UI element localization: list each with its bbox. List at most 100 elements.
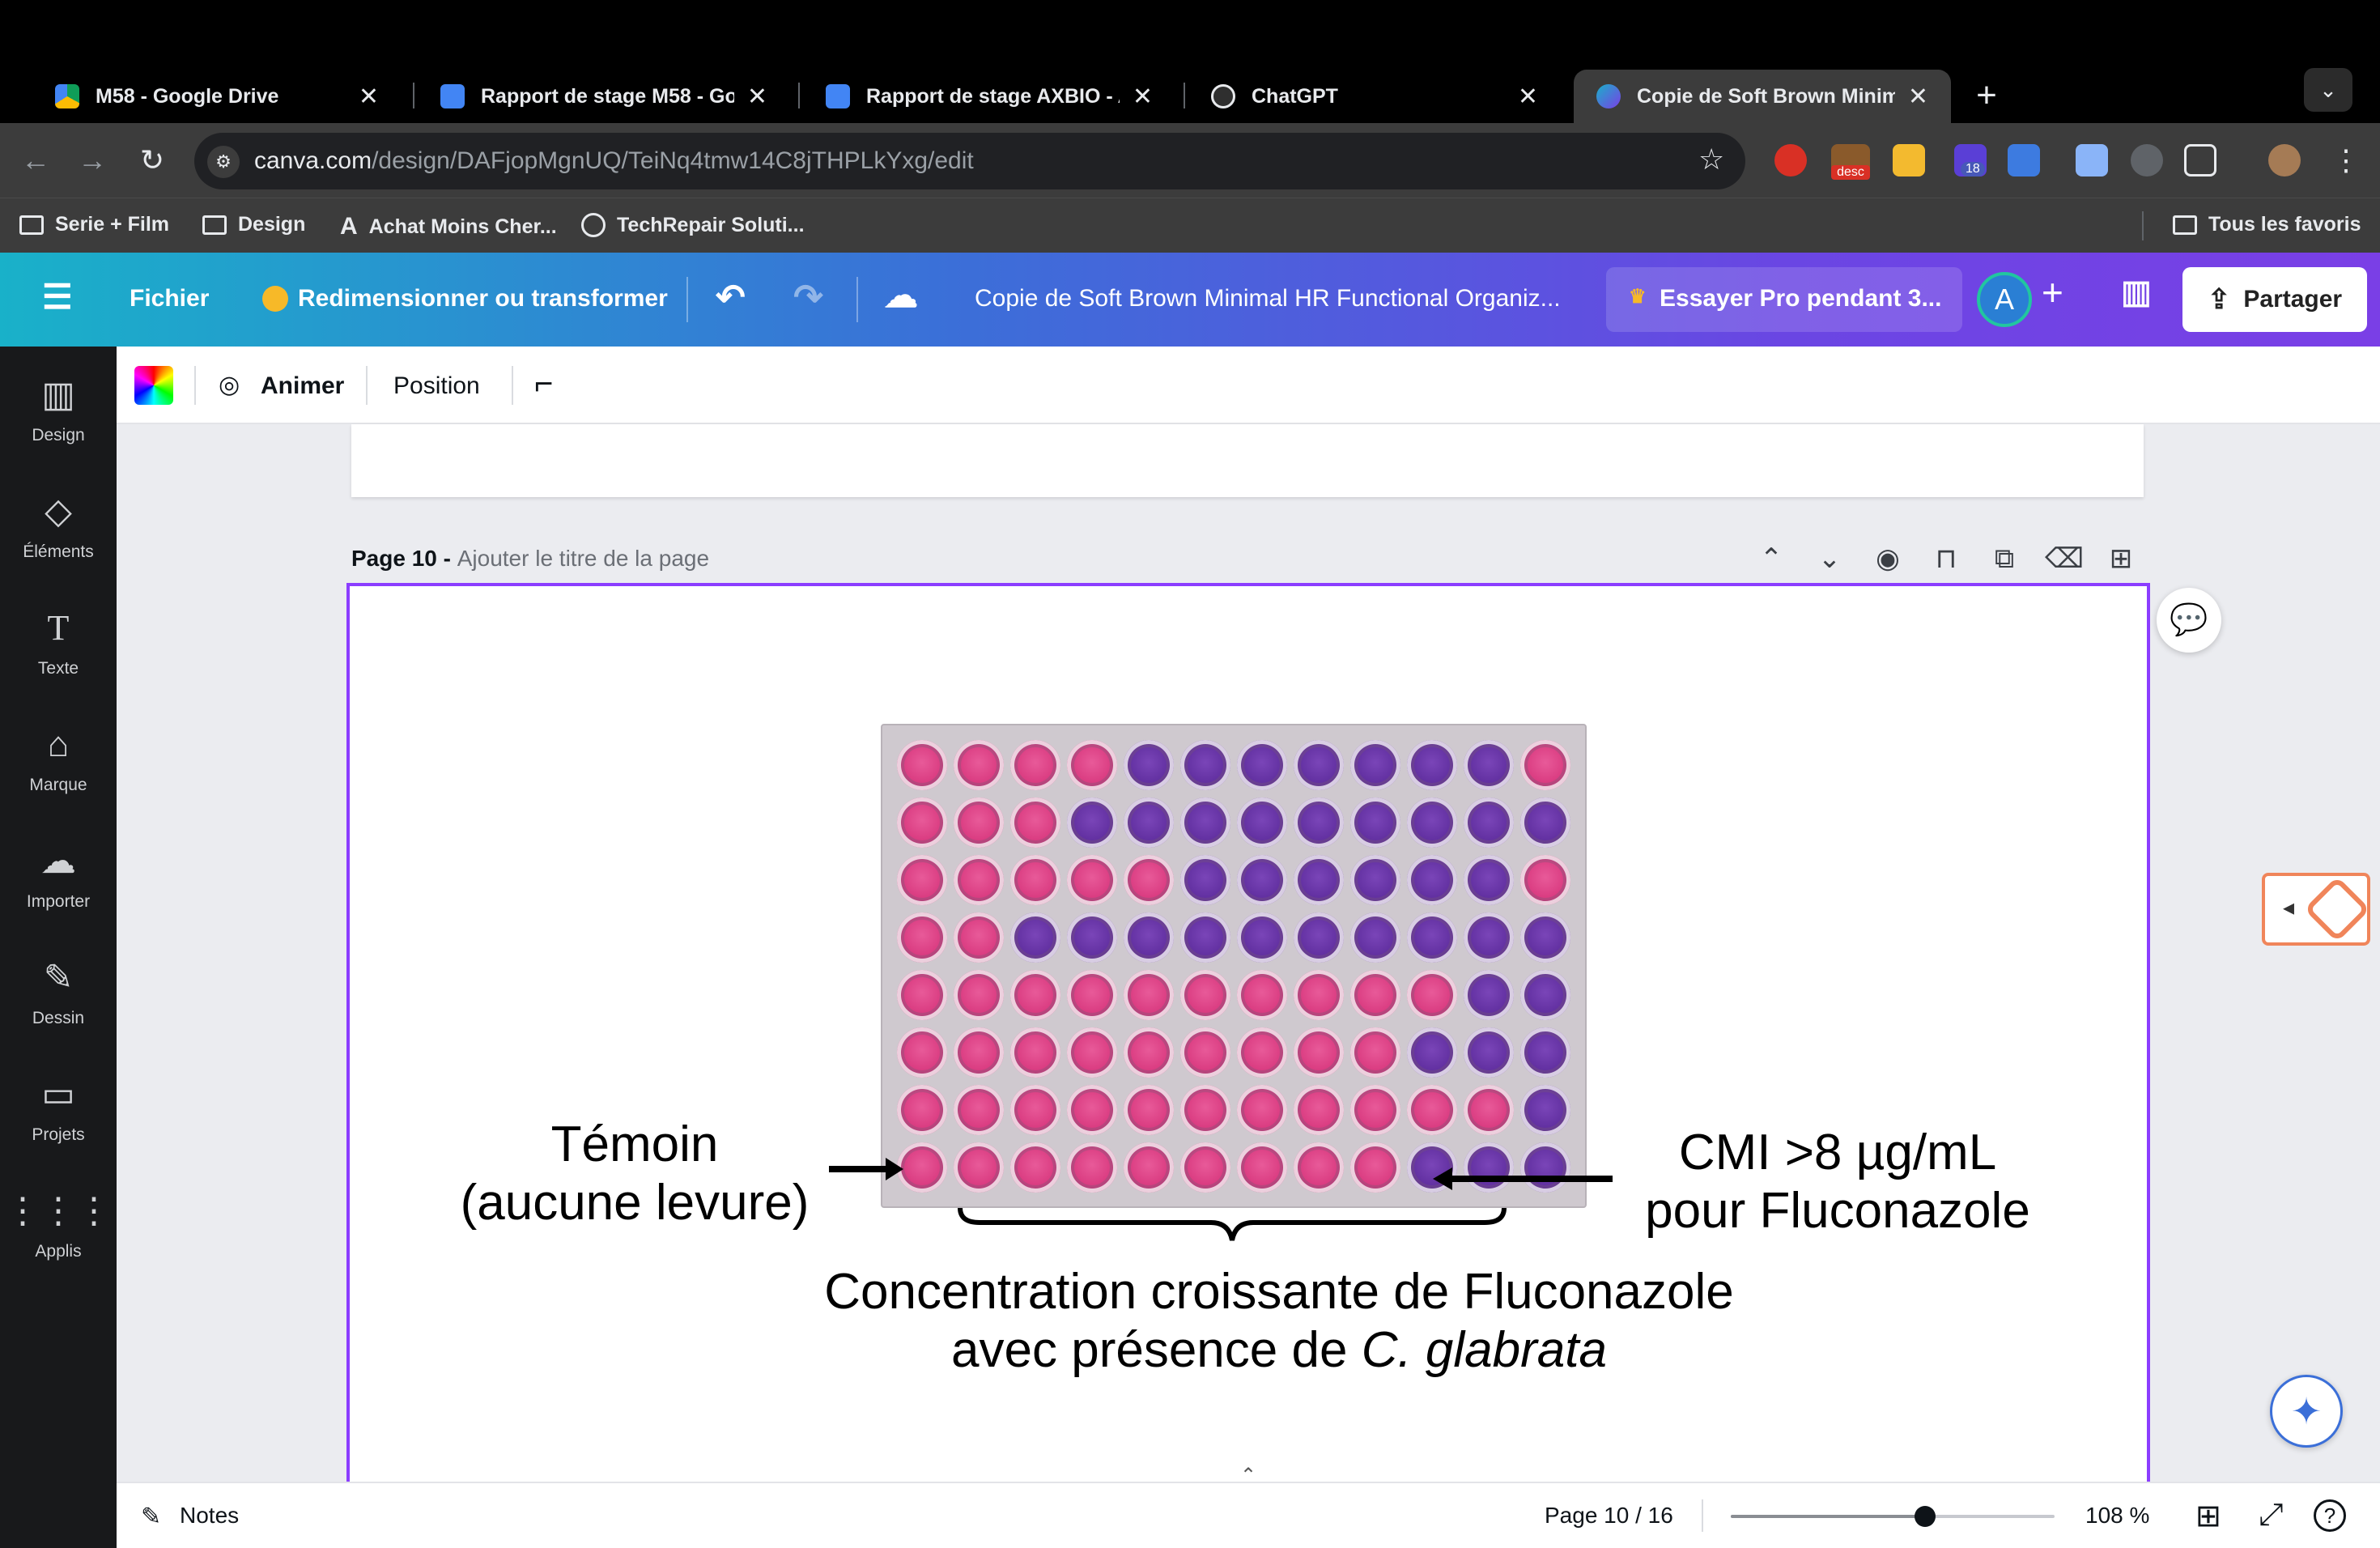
close-tab-icon[interactable]: ✕ [359,83,379,111]
reload-icon[interactable]: ↻ [133,141,172,180]
zoom-slider-knob[interactable] [1915,1506,1936,1527]
position-button[interactable]: Position [393,372,480,400]
plate-well [1464,1027,1514,1078]
sidebar-item-upload[interactable]: ☁ Importer [0,837,117,934]
try-pro-button[interactable]: ♛ Essayer Pro pendant 3... [1606,267,1962,332]
redo-icon[interactable]: ↷ [793,277,823,318]
plate-well [1407,1027,1457,1078]
plate-well [1180,912,1230,963]
extensions-puzzle-icon[interactable] [2184,144,2216,176]
site-settings-icon[interactable]: ⚙ [207,146,240,178]
sidebar-item-label: Applis [35,1242,82,1261]
sidebar-item-text[interactable]: T Texte [0,604,117,701]
browser-tab-strip: M58 - Google Drive ✕ Rapport de stage M5… [0,0,2380,123]
bookmark-all-favorites[interactable]: Tous les favoris [2173,213,2361,236]
concentration-caption[interactable]: Concentration croissante de Fluconazole … [777,1263,1781,1380]
zoom-slider[interactable] [1731,1506,2055,1527]
tab-search-chevron-icon[interactable]: ⌄ [2304,68,2352,112]
toolbar-divider [512,366,513,405]
close-tab-icon[interactable]: ✕ [1133,83,1153,111]
help-icon[interactable]: ? [2314,1499,2346,1532]
zoom-level[interactable]: 108 % [2085,1503,2149,1529]
sidebar-item-design[interactable]: ▥ Design [0,371,117,468]
magic-sparkle-icon[interactable]: ✦ [2270,1375,2343,1448]
mic-label[interactable]: CMI >8 µg/mL pour Fluconazole [1627,1124,2048,1240]
add-collaborator-plus-icon[interactable]: + [2042,270,2063,314]
extension-hand-icon[interactable] [1774,144,1807,176]
plate-well [1350,1085,1400,1135]
extension-pen-icon[interactable] [2076,144,2108,176]
notes-icon[interactable]: ✎ [141,1503,161,1531]
extension-shield-icon[interactable] [2131,144,2163,176]
animate-button[interactable]: Animer [261,372,344,400]
bookmark-design[interactable]: Design [202,213,305,236]
fullscreen-expand-icon[interactable]: ⤢ [2259,1498,2283,1533]
plate-well [1180,1027,1230,1078]
color-picker-swatch[interactable] [134,366,173,405]
plate-well [897,740,947,790]
concentration-caption-line1: Concentration croissante de Fluconazole [824,1264,1734,1320]
undo-icon[interactable]: ↶ [716,277,746,318]
user-avatar[interactable]: A [1977,272,2032,327]
tab-rapport-axbio[interactable]: Rapport de stage AXBIO - Ar ✕ [803,70,1175,123]
hamburger-menu-icon[interactable]: ☰ [42,277,73,317]
sidebar-item-elements[interactable]: ◇ Éléments [0,487,117,585]
close-tab-icon[interactable]: ✕ [1518,83,1538,111]
page-indicator[interactable]: Page 10 / 16 [1545,1503,1673,1529]
browser-menu-kebab-icon[interactable]: ⋮ [2327,141,2365,180]
side-extension-panel-tab[interactable]: ◂ [2262,873,2371,946]
move-page-up-icon[interactable]: ⌃ [1753,541,1789,576]
sidebar-item-apps[interactable]: ⋮⋮⋮ Applis [0,1187,117,1284]
sidebar-item-draw[interactable]: ✎ Dessin [0,954,117,1051]
control-label[interactable]: Témoin (aucune levure) [437,1116,832,1232]
plate-well [1294,797,1344,848]
plate-well [1067,1142,1117,1193]
duplicate-page-icon[interactable]: ⧉ [1987,541,2022,576]
tab-rapport-m58[interactable]: Rapport de stage M58 - Goo ✕ [418,70,790,123]
move-page-down-icon[interactable]: ⌄ [1812,541,1847,576]
sidebar-item-brand[interactable]: ⌂ Marque [0,721,117,818]
extension-desc-icon[interactable]: desc [1831,144,1870,180]
cloud-saved-icon[interactable]: ☁ [884,275,918,315]
close-tab-icon[interactable]: ✕ [747,83,767,111]
hide-page-eye-icon[interactable]: ◉ [1870,541,1906,576]
tab-google-drive[interactable]: M58 - Google Drive ✕ [32,70,402,123]
bookmark-star-icon[interactable]: ☆ [1698,142,1724,176]
url-bar[interactable]: ⚙ canva.com/design/DAFjopMgnUQ/TeiNq4tmw… [194,133,1745,189]
close-tab-icon[interactable]: ✕ [1908,83,1928,111]
download-icon[interactable] [2008,144,2040,176]
profile-avatar[interactable] [2268,144,2301,176]
lock-page-icon[interactable]: ⊓ [1928,541,1964,576]
forward-arrow-icon[interactable]: → [73,141,112,180]
sidebar-item-label: Importer [26,892,91,911]
bookmark-achat-moins-cher[interactable]: A Achat Moins Cher... [340,213,557,240]
extension-purple-icon[interactable]: 18 [1954,144,1987,176]
insights-bar-chart-icon[interactable]: ▥ [2121,274,2152,311]
resize-button[interactable]: Redimensionner ou transformer [262,285,668,313]
microplate-photo[interactable] [881,724,1587,1208]
plate-well [897,855,947,905]
tab-canva-active[interactable]: Copie de Soft Brown Minimal ✕ [1574,70,1951,123]
page-title-input[interactable]: Ajouter le titre de la page [457,546,709,571]
extension-binance-icon[interactable] [1893,144,1925,176]
notes-button[interactable]: Notes [180,1503,239,1529]
new-tab-button[interactable]: + [1964,73,2009,118]
back-arrow-icon[interactable]: ← [16,141,55,180]
share-button[interactable]: ⇪ Partager [2182,267,2367,332]
plate-well [897,912,947,963]
add-page-icon[interactable]: ⊞ [2103,541,2139,576]
grid-view-icon[interactable]: ⊞ [2195,1498,2221,1534]
bookmark-serie-film[interactable]: Serie + Film [19,213,169,236]
delete-page-trash-icon[interactable]: ⌫ [2045,541,2084,576]
add-comment-icon[interactable]: 💬 [2157,588,2221,653]
paint-roller-icon[interactable]: ⌐ [534,366,553,402]
plate-well [1010,740,1060,790]
draw-icon: ✎ [43,958,74,997]
plate-well [1407,740,1457,790]
sidebar-item-projects[interactable]: ▭ Projets [0,1070,117,1167]
tab-chatgpt[interactable]: ChatGPT ✕ [1188,70,1561,123]
bookmark-techrepair[interactable]: TechRepair Soluti... [581,213,805,237]
plate-well [1237,797,1287,848]
file-menu[interactable]: Fichier [130,285,209,313]
document-title[interactable]: Copie de Soft Brown Minimal HR Functiona… [975,285,1561,313]
